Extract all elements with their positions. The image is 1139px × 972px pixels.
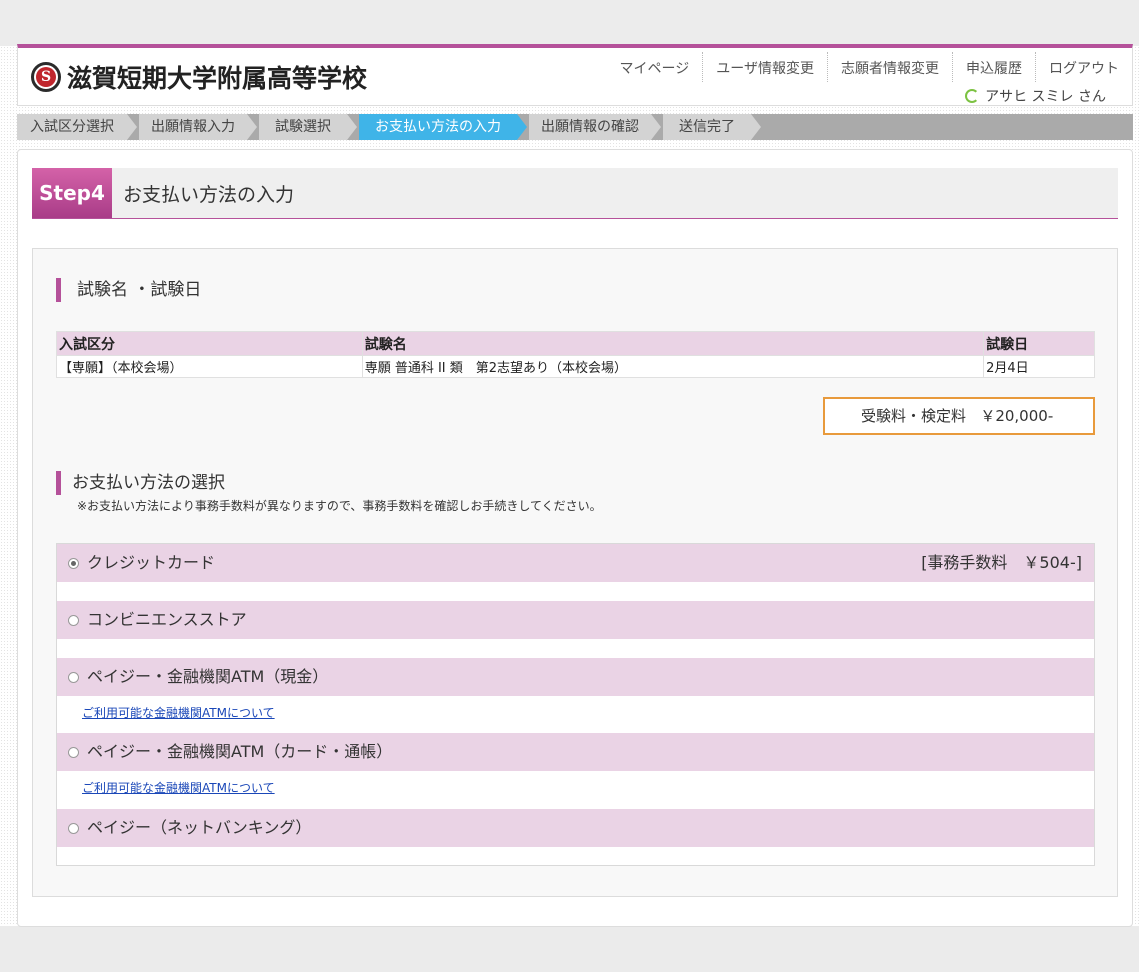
step-badge: Step4	[32, 168, 112, 218]
step-separator	[127, 114, 137, 140]
option-label: コンビニエンスストア	[87, 610, 247, 629]
nav-mypage[interactable]: マイページ	[607, 52, 703, 82]
step-separator	[517, 114, 527, 140]
step-5-label: 出願情報の確認	[541, 119, 639, 135]
footer-bar	[0, 926, 1139, 972]
payment-option-payeasy-netbanking[interactable]: ペイジー（ネットバンキング）	[57, 809, 1094, 847]
exam-fee-box: 受験料・検定料 ￥20,000-	[823, 397, 1095, 435]
step-separator	[247, 114, 257, 140]
payment-section-title: お支払い方法の選択	[56, 471, 225, 495]
nav-application-history[interactable]: 申込履歴	[952, 52, 1035, 82]
table-row: 【専願】（本校会場） 専願 普通科 II 類 第2志望あり（本校会場） 2月4日	[56, 355, 1095, 378]
payment-note: ※お支払い方法により事務手数料が異なりますので、事務手数料を確認しお手続きしてく…	[77, 499, 602, 513]
payment-option-credit-card[interactable]: クレジットカード [事務手数料 ￥504-]	[57, 544, 1094, 582]
step-3-label: 試験選択	[275, 119, 331, 135]
step-separator	[651, 114, 661, 140]
radio-convenience-store[interactable]	[68, 615, 79, 626]
option-label: ペイジー・金融機関ATM（現金）	[87, 667, 329, 686]
cell-exam-date: 2月4日	[983, 355, 1095, 378]
step-2-label: 出願情報入力	[151, 119, 235, 135]
nav-logout[interactable]: ログアウト	[1035, 52, 1132, 82]
page-title: お支払い方法の入力	[123, 184, 295, 206]
step-6: 送信完了	[663, 114, 751, 140]
fee-label: 受験料・検定料	[861, 407, 967, 425]
school-name: 滋賀短期大学附属高等学校	[67, 64, 368, 93]
option-label: ペイジー・金融機関ATM（カード・通帳）	[87, 742, 393, 761]
payment-option-payeasy-atm-cash[interactable]: ペイジー・金融機関ATM（現金）	[57, 658, 1094, 696]
main-card: Step4 お支払い方法の入力 試験名 ・試験日 入試区分 試験名 試験日 【専…	[17, 149, 1133, 927]
step-2: 出願情報入力	[139, 114, 247, 140]
step-separator	[347, 114, 357, 140]
step-4-active: お支払い方法の入力	[359, 114, 517, 140]
school-logo[interactable]: S 滋賀短期大学附属高等学校	[31, 59, 367, 95]
col-exam-category: 入試区分	[56, 331, 363, 356]
content-panel: 試験名 ・試験日 入試区分 試験名 試験日 【専願】（本校会場） 専願 普通科 …	[32, 248, 1118, 897]
atm-info-link[interactable]: ご利用可能な金融機関ATMについて	[82, 779, 275, 796]
step-breadcrumb: 入試区分選択 出願情報入力 試験選択 お支払い方法の入力 出願情報の確認 送信完…	[17, 114, 1133, 140]
step-6-label: 送信完了	[679, 119, 735, 135]
user-display: アサヒ スミレ さん	[965, 86, 1106, 106]
payment-method-list: クレジットカード [事務手数料 ￥504-] コンビニエンスストア ペイジー・金…	[56, 543, 1095, 866]
top-navigation: マイページ ユーザ情報変更 志願者情報変更 申込履歴 ログアウト	[607, 52, 1132, 82]
radio-payeasy-atm-cash[interactable]	[68, 672, 79, 683]
radio-payeasy-atm-card[interactable]	[68, 747, 79, 758]
step-5: 出願情報の確認	[529, 114, 651, 140]
step-1: 入試区分選択	[17, 114, 127, 140]
option-label: ペイジー（ネットバンキング）	[87, 818, 312, 837]
payment-option-payeasy-atm-card[interactable]: ペイジー・金融機関ATM（カード・通帳）	[57, 733, 1094, 771]
cell-exam-name: 専願 普通科 II 類 第2志望あり（本校会場）	[361, 355, 985, 378]
school-emblem-icon: S	[31, 62, 61, 92]
nav-applicant-info-change[interactable]: 志願者情報変更	[827, 52, 952, 82]
option-label: クレジットカード	[87, 553, 216, 572]
cell-exam-category: 【専願】（本校会場）	[56, 355, 363, 378]
atm-info-link[interactable]: ご利用可能な金融機関ATMについて	[82, 704, 275, 721]
radio-credit-card[interactable]	[68, 558, 79, 569]
credit-card-fee: [事務手数料 ￥504-]	[921, 553, 1082, 572]
step-separator	[751, 114, 761, 140]
emblem-letter: S	[36, 67, 56, 87]
exam-section-title: 試験名 ・試験日	[56, 278, 201, 302]
fee-amount: ￥20,000-	[980, 407, 1054, 425]
step-4-label: お支払い方法の入力	[375, 119, 501, 135]
user-status-icon	[965, 89, 980, 103]
step-3: 試験選択	[259, 114, 347, 140]
step-header: Step4 お支払い方法の入力	[32, 168, 1118, 219]
col-exam-date: 試験日	[983, 331, 1095, 356]
radio-payeasy-netbanking[interactable]	[68, 823, 79, 834]
step-1-label: 入試区分選択	[30, 119, 114, 135]
payment-option-convenience-store[interactable]: コンビニエンスストア	[57, 601, 1094, 639]
site-header: S 滋賀短期大学附属高等学校 マイページ ユーザ情報変更 志願者情報変更 申込履…	[17, 44, 1133, 106]
col-exam-name: 試験名	[361, 331, 985, 356]
exam-table: 入試区分 試験名 試験日 【専願】（本校会場） 専願 普通科 II 類 第2志望…	[56, 331, 1095, 378]
user-name: アサヒ スミレ さん	[985, 89, 1106, 105]
nav-user-info-change[interactable]: ユーザ情報変更	[702, 52, 827, 82]
table-header-row: 入試区分 試験名 試験日	[56, 331, 1095, 356]
